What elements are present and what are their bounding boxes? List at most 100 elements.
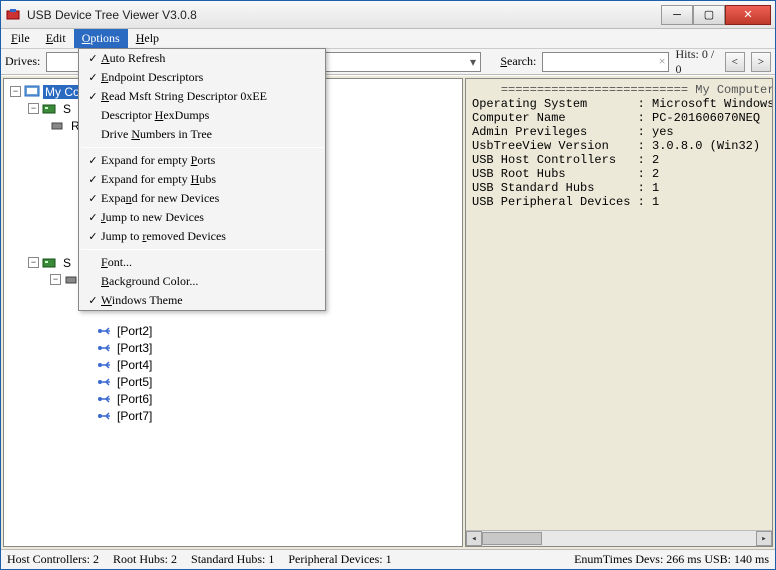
details-line: USB Host Controllers : 2: [472, 153, 766, 167]
tree-port-label: [Port7]: [115, 409, 154, 423]
next-hit-button[interactable]: >: [751, 52, 771, 72]
details-line: Computer Name : PC-201606070NEQ: [472, 111, 766, 125]
prev-hit-button[interactable]: <: [725, 52, 745, 72]
menu-option[interactable]: Drive Numbers in Tree: [79, 125, 325, 144]
menu-option-label: Windows Theme: [101, 293, 183, 308]
tree-port[interactable]: [Port6]: [6, 390, 460, 407]
menu-help[interactable]: Help: [128, 29, 167, 48]
tree-port[interactable]: [Port4]: [6, 356, 460, 373]
checkmark-icon: ✓: [85, 230, 101, 243]
menu-edit[interactable]: Edit: [38, 29, 74, 48]
menu-option[interactable]: ✓Endpoint Descriptors: [79, 68, 325, 87]
details-line: USB Root Hubs : 2: [472, 167, 766, 181]
status-host: Host Controllers: 2: [7, 552, 99, 567]
menu-option-label: Jump to removed Devices: [101, 229, 226, 244]
checkmark-icon: ✓: [85, 90, 101, 103]
menu-option[interactable]: ✓Expand for new Devices: [79, 189, 325, 208]
menu-option-label: Expand for new Devices: [101, 191, 219, 206]
menu-option-label: Descriptor HexDumps: [101, 108, 209, 123]
controller-icon: [42, 256, 58, 270]
status-bar: Host Controllers: 2 Root Hubs: 2 Standar…: [1, 549, 775, 569]
scrollbar-thumb[interactable]: [482, 532, 542, 545]
status-enum: EnumTimes Devs: 266 ms USB: 140 ms: [574, 552, 769, 567]
status-root: Root Hubs: 2: [113, 552, 177, 567]
collapse-icon[interactable]: −: [50, 274, 61, 285]
maximize-button[interactable]: ▢: [693, 5, 725, 25]
menu-option[interactable]: ✓Read Msft String Descriptor 0xEE: [79, 87, 325, 106]
tree-port[interactable]: [Port5]: [6, 373, 460, 390]
checkmark-icon: ✓: [85, 192, 101, 205]
usb-port-icon: [96, 409, 112, 423]
checkmark-icon: ✓: [85, 173, 101, 186]
checkmark-icon: ✓: [85, 52, 101, 65]
horizontal-scrollbar[interactable]: ◂ ▸: [466, 530, 772, 546]
computer-icon: [24, 85, 40, 99]
details-line: Admin Previleges : yes: [472, 125, 766, 139]
checkmark-icon: ✓: [85, 154, 101, 167]
tree-item-label: S: [61, 256, 73, 270]
tree-port-label: [Port5]: [115, 375, 154, 389]
scroll-right-icon[interactable]: ▸: [756, 531, 772, 546]
usb-port-icon: [96, 375, 112, 389]
scroll-left-icon[interactable]: ◂: [466, 531, 482, 546]
usb-port-icon: [96, 341, 112, 355]
app-icon: [5, 7, 21, 23]
menu-option[interactable]: ✓Auto Refresh: [79, 49, 325, 68]
menu-file[interactable]: File: [3, 29, 38, 48]
menu-option[interactable]: Descriptor HexDumps: [79, 106, 325, 125]
menu-option[interactable]: ✓Expand for empty Hubs: [79, 170, 325, 189]
drives-label: Drives:: [5, 54, 40, 69]
menu-option[interactable]: Background Color...: [79, 272, 325, 291]
details-pane[interactable]: ========================== My Computer O…: [465, 78, 773, 547]
tree-port-label: [Port3]: [115, 341, 154, 355]
status-std: Standard Hubs: 1: [191, 552, 274, 567]
tree-port-label: [Port4]: [115, 358, 154, 372]
usb-port-icon: [96, 324, 112, 338]
details-line: USB Peripheral Devices : 1: [472, 195, 766, 209]
menu-option-label: Drive Numbers in Tree: [101, 127, 212, 142]
clear-search-icon[interactable]: ×: [659, 54, 666, 69]
details-line: UsbTreeView Version : 3.0.8.0 (Win32): [472, 139, 766, 153]
device-combo[interactable]: [321, 52, 481, 72]
collapse-icon[interactable]: −: [10, 86, 21, 97]
close-button[interactable]: ✕: [725, 5, 771, 25]
menu-option-label: Auto Refresh: [101, 51, 165, 66]
tree-item-label: S: [61, 102, 73, 116]
details-line: Operating System : Microsoft Windows: [472, 97, 766, 111]
tree-root-label: My Co: [43, 85, 82, 99]
menu-option-label: Background Color...: [101, 274, 198, 289]
tree-port[interactable]: [Port2]: [6, 322, 460, 339]
menu-option-label: Read Msft String Descriptor 0xEE: [101, 89, 267, 104]
window-title: USB Device Tree Viewer V3.0.8: [27, 8, 661, 22]
menu-option[interactable]: ✓Jump to removed Devices: [79, 227, 325, 246]
options-dropdown[interactable]: ✓Auto Refresh✓Endpoint Descriptors✓Read …: [78, 48, 326, 311]
usb-port-icon: [96, 392, 112, 406]
title-bar: USB Device Tree Viewer V3.0.8 ─ ▢ ✕: [1, 1, 775, 29]
checkmark-icon: ✓: [85, 294, 101, 307]
minimize-button[interactable]: ─: [661, 5, 693, 25]
menu-option[interactable]: Font...: [79, 253, 325, 272]
menu-option-label: Endpoint Descriptors: [101, 70, 203, 85]
hub-icon: [50, 119, 66, 133]
collapse-icon[interactable]: −: [28, 103, 39, 114]
tree-port-label: [Port6]: [115, 392, 154, 406]
checkmark-icon: ✓: [85, 71, 101, 84]
menu-options[interactable]: Options: [74, 29, 128, 48]
search-label: Search:: [500, 54, 536, 69]
controller-icon: [42, 102, 58, 116]
menu-bar: File Edit Options Help: [1, 29, 775, 49]
menu-option-label: Font...: [101, 255, 132, 270]
menu-option[interactable]: ✓Jump to new Devices: [79, 208, 325, 227]
menu-option-label: Jump to new Devices: [101, 210, 204, 225]
menu-option[interactable]: ✓Expand for empty Ports: [79, 151, 325, 170]
search-input[interactable]: ×: [542, 52, 669, 72]
tree-port[interactable]: [Port3]: [6, 339, 460, 356]
details-line: USB Standard Hubs : 1: [472, 181, 766, 195]
tree-port[interactable]: [Port7]: [6, 407, 460, 424]
menu-option[interactable]: ✓Windows Theme: [79, 291, 325, 310]
checkmark-icon: ✓: [85, 211, 101, 224]
hits-label: Hits: 0 / 0: [675, 47, 718, 77]
collapse-icon[interactable]: −: [28, 257, 39, 268]
menu-option-label: Expand for empty Ports: [101, 153, 215, 168]
tree-port-label: [Port2]: [115, 324, 154, 338]
